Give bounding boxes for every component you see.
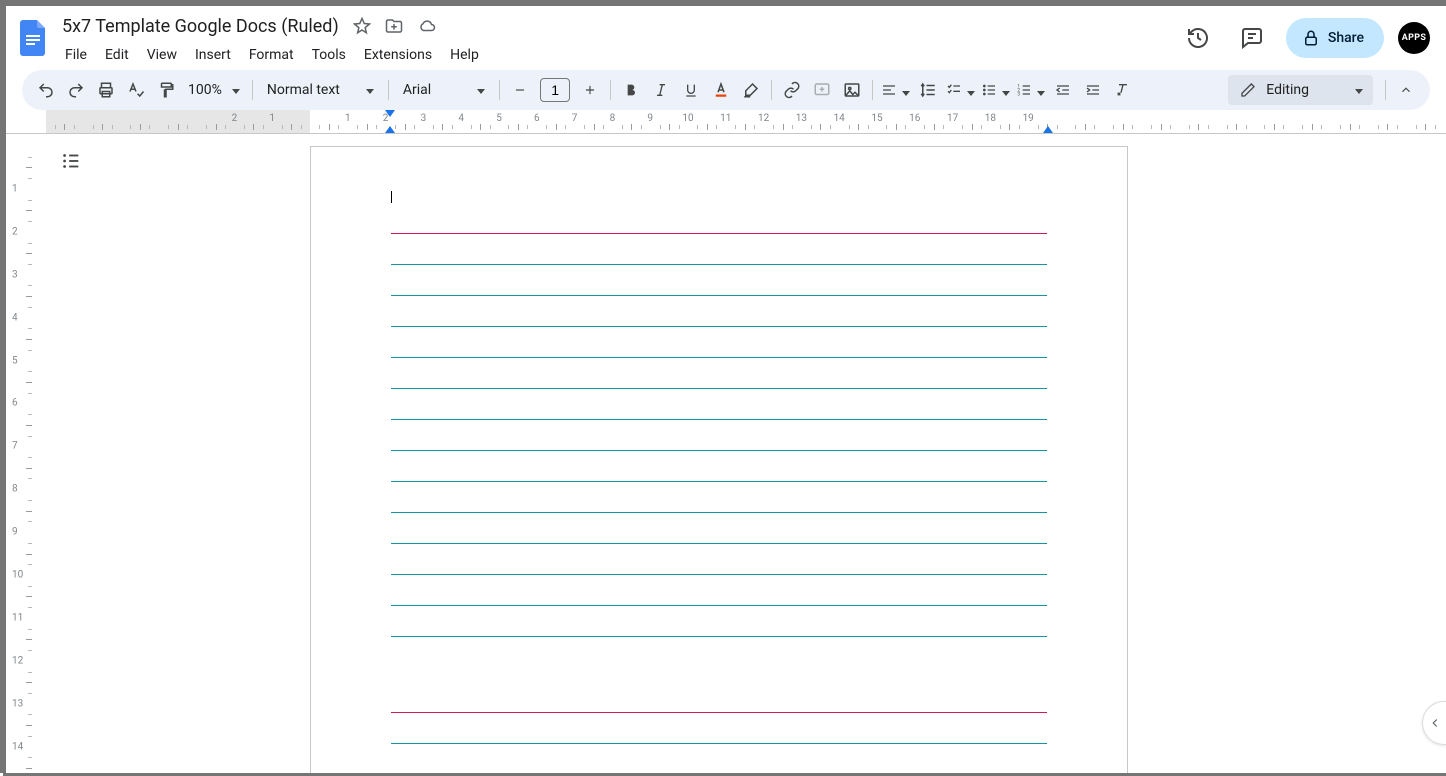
first-line-indent-marker[interactable] xyxy=(385,110,395,117)
numbered-list-button[interactable]: 123 xyxy=(1014,76,1047,104)
paint-format-button[interactable] xyxy=(152,76,180,104)
menu-file[interactable]: File xyxy=(58,43,94,67)
star-icon[interactable] xyxy=(353,17,371,35)
document-title[interactable]: 5x7 Template Google Docs (Ruled) xyxy=(62,16,339,37)
menu-tools[interactable]: Tools xyxy=(305,43,353,67)
highlight-color-button[interactable] xyxy=(737,76,765,104)
ruled-line-teal xyxy=(391,327,1047,358)
font-size-input[interactable] xyxy=(540,78,570,102)
menu-insert[interactable]: Insert xyxy=(188,43,238,67)
chevron-down-icon xyxy=(965,81,975,100)
increase-indent-button[interactable] xyxy=(1079,76,1107,104)
line-spacing-button[interactable] xyxy=(914,76,942,104)
ruled-line-teal xyxy=(391,451,1047,482)
align-button[interactable] xyxy=(879,76,912,104)
chevron-down-icon xyxy=(475,82,485,98)
ruled-line-teal xyxy=(391,296,1047,327)
ruled-line-teal xyxy=(391,713,1047,744)
chevron-down-icon xyxy=(364,82,374,98)
text-cursor xyxy=(391,191,392,203)
collapse-toolbar-button[interactable] xyxy=(1392,76,1420,104)
chevron-down-icon xyxy=(1353,82,1363,98)
bulleted-list-button[interactable] xyxy=(979,76,1012,104)
ruled-line-teal xyxy=(391,234,1047,265)
paragraph-style-select[interactable]: Normal text xyxy=(259,76,382,104)
ruled-line-teal xyxy=(391,389,1047,420)
docs-logo-icon[interactable] xyxy=(14,18,54,58)
zoom-select[interactable]: 100% xyxy=(182,76,246,104)
menu-format[interactable]: Format xyxy=(242,43,301,67)
chevron-down-icon xyxy=(1000,81,1010,100)
ruled-line-red xyxy=(391,637,1047,713)
horizontal-ruler[interactable]: 2112345678910111213141516171819 xyxy=(6,110,1446,134)
menu-help[interactable]: Help xyxy=(443,43,486,67)
comments-icon[interactable] xyxy=(1232,18,1272,58)
editing-mode-button[interactable]: Editing xyxy=(1228,75,1373,105)
font-value: Arial xyxy=(403,82,431,98)
bold-button[interactable] xyxy=(617,76,645,104)
ruled-line-teal xyxy=(391,420,1047,451)
underline-button[interactable] xyxy=(677,76,705,104)
page[interactable] xyxy=(310,146,1128,773)
mode-label: Editing xyxy=(1266,82,1309,98)
insert-image-button[interactable] xyxy=(838,76,866,104)
text-color-button[interactable] xyxy=(707,76,735,104)
increase-font-size-button[interactable] xyxy=(576,76,604,104)
history-icon[interactable] xyxy=(1178,18,1218,58)
right-indent-marker[interactable] xyxy=(1043,126,1053,133)
menu-bar: FileEditViewInsertFormatToolsExtensionsH… xyxy=(56,40,1178,70)
menu-extensions[interactable]: Extensions xyxy=(357,43,439,67)
account-avatar[interactable]: APPS xyxy=(1398,22,1430,54)
ruled-line-teal xyxy=(391,544,1047,575)
pencil-icon xyxy=(1240,82,1256,98)
title-bar: 5x7 Template Google Docs (Ruled) FileEdi… xyxy=(6,6,1446,70)
decrease-indent-button[interactable] xyxy=(1049,76,1077,104)
ruled-line-teal xyxy=(391,482,1047,513)
style-value: Normal text xyxy=(267,82,340,98)
ruled-line-teal xyxy=(391,513,1047,544)
redo-button[interactable] xyxy=(62,76,90,104)
font-family-select[interactable]: Arial xyxy=(395,76,493,104)
left-indent-marker[interactable] xyxy=(385,126,395,133)
chevron-down-icon xyxy=(900,81,910,100)
ruled-line-teal xyxy=(391,265,1047,296)
ruled-line-red xyxy=(391,187,1047,234)
document-outline-button[interactable] xyxy=(56,146,86,176)
chevron-down-icon xyxy=(230,82,240,98)
cloud-status-icon[interactable] xyxy=(417,17,437,35)
ruled-line-teal xyxy=(391,606,1047,637)
checklist-button[interactable] xyxy=(944,76,977,104)
vertical-ruler[interactable]: 123456789101112131415 xyxy=(6,134,46,773)
lock-icon xyxy=(1302,29,1320,47)
menu-edit[interactable]: Edit xyxy=(98,43,136,67)
move-icon[interactable] xyxy=(385,17,403,35)
zoom-value: 100% xyxy=(188,82,222,98)
share-label: Share xyxy=(1328,30,1364,46)
menu-view[interactable]: View xyxy=(140,43,184,67)
ruled-line-teal xyxy=(391,358,1047,389)
chevron-down-icon xyxy=(1035,81,1045,100)
clear-formatting-button[interactable] xyxy=(1109,76,1137,104)
add-comment-button[interactable] xyxy=(808,76,836,104)
print-button[interactable] xyxy=(92,76,120,104)
toolbar: 100% Normal text Arial 123 Ed xyxy=(22,70,1430,110)
svg-text:3: 3 xyxy=(1018,91,1021,97)
spellcheck-button[interactable] xyxy=(122,76,150,104)
italic-button[interactable] xyxy=(647,76,675,104)
share-button[interactable]: Share xyxy=(1286,18,1384,58)
ruled-line-teal xyxy=(391,575,1047,606)
decrease-font-size-button[interactable] xyxy=(506,76,534,104)
undo-button[interactable] xyxy=(32,76,60,104)
insert-link-button[interactable] xyxy=(778,76,806,104)
document-canvas[interactable] xyxy=(46,134,1446,773)
